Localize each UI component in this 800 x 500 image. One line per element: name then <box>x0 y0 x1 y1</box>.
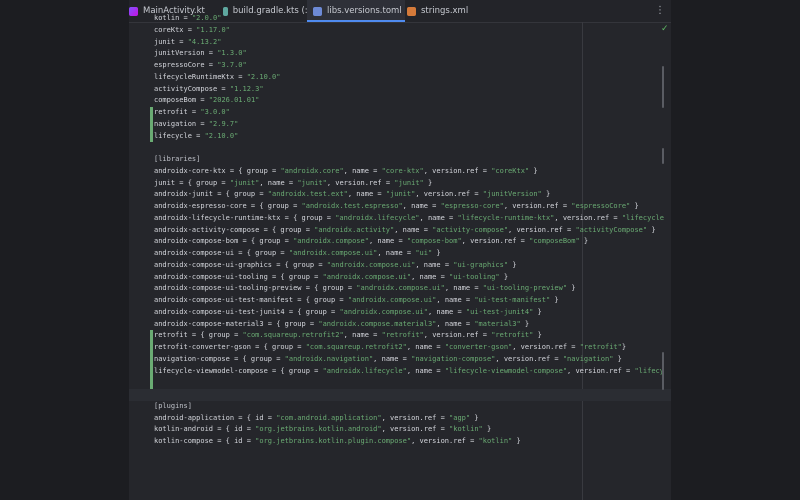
code-line[interactable] <box>129 142 671 154</box>
code-line[interactable]: composeBom = "2026.01.01" <box>129 95 671 107</box>
code-line[interactable]: junit = { group = "junit", name = "junit… <box>129 178 671 190</box>
scrollbar-marker[interactable] <box>662 148 664 164</box>
code-line-text: lifecycle = "2.10.0" <box>154 131 239 140</box>
code-line-text: retrofit-converter-gson = { group = "com… <box>154 343 627 351</box>
code-line[interactable]: espressoCore = "3.7.0" <box>129 60 671 72</box>
code-editor[interactable]: kotlin = "2.0.0" coreKtx = "1.17.0" junit … <box>129 13 671 448</box>
code-line-text: retrofit = "3.0.0" <box>154 108 230 116</box>
code-line[interactable] <box>129 389 671 401</box>
code-line-text: androidx-compose-bom = { group = "androi… <box>154 237 589 246</box>
code-line[interactable]: kotlin = "2.0.0" <box>129 13 671 25</box>
code-line[interactable]: lifecycleRuntimeKtx = "2.10.0" <box>129 72 671 84</box>
code-line-text: androidx-compose-ui-test-junit4 = { grou… <box>154 307 542 316</box>
code-line[interactable]: androidx-compose-ui-test-junit4 = { grou… <box>129 307 671 319</box>
code-line-text: activityCompose = "1.12.3" <box>154 84 264 93</box>
code-line[interactable]: navigation = "2.9.7" <box>129 118 671 131</box>
code-line[interactable]: androidx-compose-material3 = { group = "… <box>129 319 671 331</box>
scrollbar-marker[interactable] <box>662 66 664 108</box>
code-line-text: androidx-compose-ui-test-manifest = { gr… <box>154 296 559 304</box>
code-line-text: androidx-compose-ui = { group = "android… <box>154 249 441 257</box>
code-line[interactable]: androidx-compose-ui-graphics = { group =… <box>129 260 671 272</box>
code-line-text: coreKtx = "1.17.0" <box>154 25 230 34</box>
code-line[interactable]: retrofit-converter-gson = { group = "com… <box>129 342 671 354</box>
code-line-text: android-application = { id = "com.androi… <box>154 413 479 422</box>
modified-change-marker[interactable] <box>150 365 153 378</box>
code-line[interactable]: lifecycle-viewmodel-compose = { group = … <box>129 365 671 378</box>
code-line-text: navigation = "2.9.7" <box>154 119 239 128</box>
code-line-text: navigation-compose = { group = "androidx… <box>154 354 622 363</box>
code-line[interactable]: retrofit = { group = "com.squareup.retro… <box>129 330 671 342</box>
code-line-text: androidx-activity-compose = { group = "a… <box>154 225 656 234</box>
code-line-text: [plugins] <box>154 401 192 410</box>
code-line[interactable]: coreKtx = "1.17.0" <box>129 25 671 37</box>
modified-change-marker[interactable] <box>150 353 153 366</box>
modified-change-marker[interactable] <box>150 118 153 131</box>
code-line-text: kotlin-compose = { id = "org.jetbrains.k… <box>154 437 521 445</box>
modified-change-marker[interactable] <box>150 107 153 119</box>
code-line[interactable]: [libraries] <box>129 154 671 166</box>
code-line-text: lifecycle-viewmodel-compose = { group = … <box>154 366 664 375</box>
code-line[interactable] <box>129 377 671 389</box>
modified-change-marker[interactable] <box>150 330 153 342</box>
code-line-text: androidx-lifecycle-runtime-ktx = { group… <box>154 213 664 222</box>
scrollbar-thumb[interactable] <box>662 352 664 390</box>
code-line-text: androidx-compose-ui-tooling-preview = { … <box>154 284 576 293</box>
editor-window: MainActivity.kt build.gradle.kts (:app) … <box>129 0 671 500</box>
code-line-text: junit = "4.13.2" <box>154 37 222 46</box>
code-line[interactable]: kotlin-compose = { id = "org.jetbrains.k… <box>129 436 671 448</box>
code-line-text: composeBom = "2026.01.01" <box>154 96 260 105</box>
code-line[interactable]: androidx-junit = { group = "androidx.tes… <box>129 189 671 201</box>
code-line[interactable]: androidx-compose-ui = { group = "android… <box>129 248 671 260</box>
code-line-text: kotlin-android = { id = "org.jetbrains.k… <box>154 425 492 434</box>
code-line-text: kotlin = "2.0.0" <box>154 14 222 22</box>
code-line-text: androidx-compose-ui-graphics = { group =… <box>154 260 517 269</box>
code-line[interactable]: activityCompose = "1.12.3" <box>129 84 671 96</box>
code-line[interactable]: navigation-compose = { group = "androidx… <box>129 353 671 366</box>
code-line[interactable]: androidx-lifecycle-runtime-ktx = { group… <box>129 213 671 225</box>
code-line-text: junitVersion = "1.3.0" <box>154 49 247 58</box>
code-line[interactable]: lifecycle = "2.10.0" <box>129 130 671 143</box>
code-line[interactable]: junit = "4.13.2" <box>129 37 671 49</box>
code-line[interactable]: androidx-compose-bom = { group = "androi… <box>129 236 671 248</box>
code-line-text: androidx-junit = { group = "androidx.tes… <box>154 190 551 199</box>
modified-change-marker[interactable] <box>150 342 153 354</box>
code-line[interactable]: androidx-compose-ui-tooling-preview = { … <box>129 283 671 295</box>
code-line[interactable]: [plugins] <box>129 401 671 413</box>
code-line[interactable]: androidx-compose-ui-test-manifest = { gr… <box>129 295 671 307</box>
code-line-text: espressoCore = "3.7.0" <box>154 61 247 69</box>
code-line-text: androidx-compose-ui-tooling = { group = … <box>154 272 509 281</box>
code-line-text: lifecycleRuntimeKtx = "2.10.0" <box>154 72 281 81</box>
code-line-text: [libraries] <box>154 155 201 163</box>
code-line[interactable]: retrofit = "3.0.0" <box>129 107 671 119</box>
code-line-text: androidx-compose-material3 = { group = "… <box>154 319 530 328</box>
code-line[interactable]: androidx-espresso-core = { group = "andr… <box>129 201 671 213</box>
code-line[interactable]: androidx-compose-ui-tooling = { group = … <box>129 272 671 284</box>
code-line-text: androidx-core-ktx = { group = "androidx.… <box>154 166 538 175</box>
code-line-text: junit = { group = "junit", name = "junit… <box>154 178 433 187</box>
code-line[interactable]: android-application = { id = "com.androi… <box>129 413 671 425</box>
code-line-text: androidx-espresso-core = { group = "andr… <box>154 202 639 210</box>
code-line[interactable]: kotlin-android = { id = "org.jetbrains.k… <box>129 424 671 436</box>
modified-change-marker[interactable] <box>150 377 153 389</box>
code-line[interactable]: androidx-activity-compose = { group = "a… <box>129 225 671 237</box>
code-line[interactable]: junitVersion = "1.3.0" <box>129 48 671 60</box>
code-line[interactable]: androidx-core-ktx = { group = "androidx.… <box>129 166 671 178</box>
modified-change-marker[interactable] <box>150 130 153 143</box>
code-line-text: retrofit = { group = "com.squareup.retro… <box>154 331 542 340</box>
